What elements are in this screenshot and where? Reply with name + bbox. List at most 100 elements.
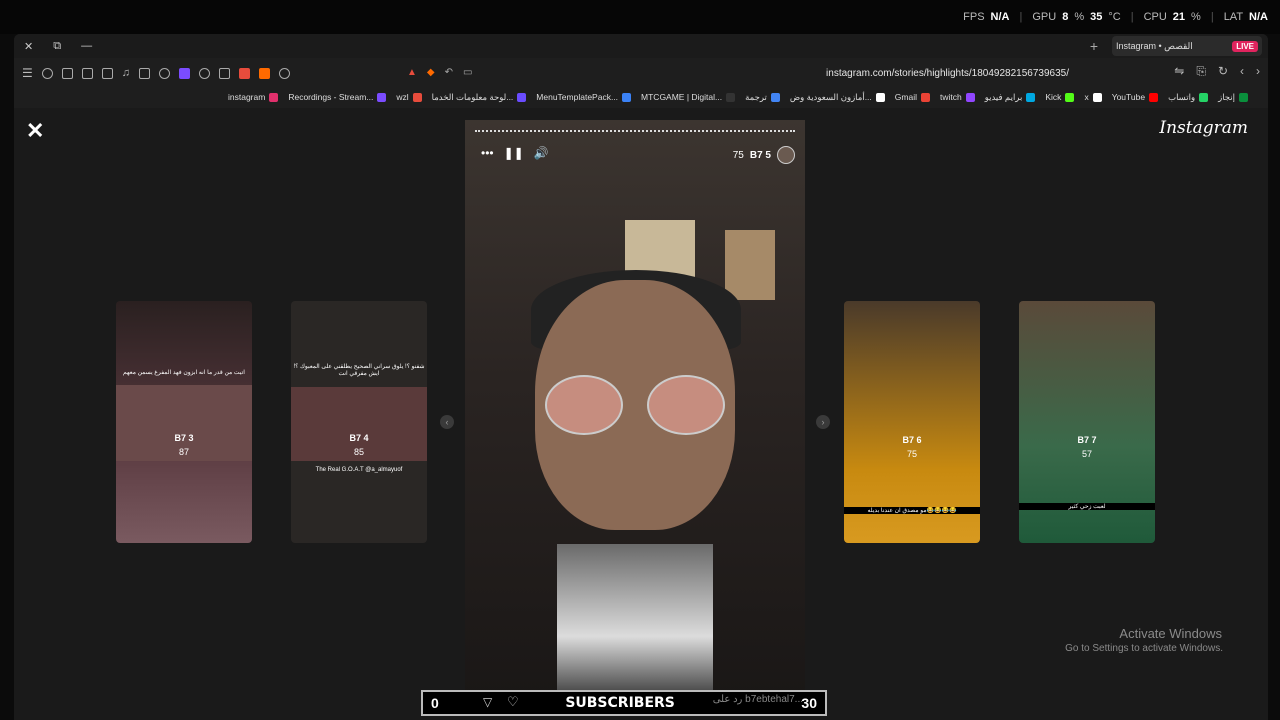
bookmark-favicon-icon bbox=[1149, 92, 1159, 102]
bookmark-item[interactable]: instagram bbox=[228, 92, 279, 102]
subscribers-overlay: 0 ▽ ♡ رد على b7ebtehal7... SUBSCRIBERS 3… bbox=[421, 690, 827, 716]
bookmark-item[interactable]: Kick bbox=[1045, 92, 1075, 102]
screenshot-icon[interactable] bbox=[139, 67, 151, 79]
new-tab-button[interactable]: + bbox=[1090, 38, 1098, 54]
story-overlay-image bbox=[557, 544, 713, 698]
subscribers-goal: 30 bbox=[801, 695, 817, 711]
music-icon[interactable]: ♫ bbox=[122, 67, 130, 79]
fps-label: FPS bbox=[963, 11, 985, 23]
bookmark-item[interactable]: wzl bbox=[396, 92, 422, 102]
bookmark-item[interactable]: ترجمة bbox=[745, 92, 780, 103]
title-bar: ✕ ⧉ — + ✕ Instagram • القصص LIVE bbox=[14, 34, 1268, 58]
story-username[interactable]: B7 5 bbox=[750, 150, 771, 161]
bookmark-item[interactable]: YouTube bbox=[1111, 92, 1159, 102]
bookmark-item[interactable]: واتساب bbox=[1168, 92, 1209, 103]
wallet-icon[interactable] bbox=[81, 67, 93, 79]
card-name: B7 4 bbox=[349, 433, 369, 443]
tab-search-icon[interactable] bbox=[219, 67, 231, 79]
bookmark-icon[interactable]: ⎘ bbox=[1196, 64, 1206, 79]
card-name: B7 6 bbox=[902, 435, 922, 445]
bookmarks-bar: instagram Recordings - Stream... wzl لوحة م… bbox=[14, 88, 1268, 106]
shield-icon[interactable] bbox=[41, 67, 53, 79]
reply-input[interactable]: رد على b7ebtehal7... bbox=[543, 694, 803, 705]
close-window-icon[interactable]: ✕ bbox=[24, 40, 33, 53]
card-text: لعبت زحي كثير bbox=[1019, 503, 1155, 510]
reload-page-icon[interactable]: ↶ bbox=[445, 67, 453, 78]
address-bar[interactable]: ▲ ◆ ↶ ▭ instagram.com/stories/highlights… bbox=[399, 62, 1099, 84]
fire-icon[interactable] bbox=[259, 67, 271, 79]
menu-icon[interactable]: ☰ bbox=[22, 66, 33, 80]
bookmark-favicon-icon bbox=[1092, 92, 1102, 102]
gpu-temp: 35 bbox=[1090, 11, 1103, 23]
lat-label: LAT bbox=[1223, 11, 1244, 23]
bookmark-item[interactable]: MTCGAME | Digital... bbox=[641, 92, 736, 102]
restore-window-icon[interactable]: ⧉ bbox=[53, 40, 61, 53]
glasses-left bbox=[545, 375, 623, 435]
bookmark-favicon-icon bbox=[965, 92, 975, 102]
bookmark-label: YouTube bbox=[1111, 92, 1146, 102]
back-icon[interactable]: ‹ bbox=[1240, 64, 1244, 79]
bookmark-label: MTCGAME | Digital... bbox=[641, 92, 723, 102]
cpu-label: CPU bbox=[1143, 11, 1167, 23]
wall-poster bbox=[725, 230, 775, 300]
card-name: B7 7 bbox=[1077, 435, 1097, 445]
more-options-icon[interactable]: ••• bbox=[481, 146, 494, 160]
bookmark-favicon-icon bbox=[1239, 92, 1249, 102]
subscribers-start: 0 bbox=[431, 695, 439, 711]
gpu-value: 8 bbox=[1062, 11, 1069, 23]
forward-icon[interactable]: › bbox=[1256, 64, 1260, 79]
browser-window: ✕ ⧉ — + ✕ Instagram • القصص LIVE ☰ ♫ bbox=[14, 34, 1268, 720]
bookmark-item[interactable]: لوحة معلومات الخدما... bbox=[432, 92, 527, 103]
url-text: instagram.com/stories/highlights/1804928… bbox=[826, 67, 1069, 79]
puzzle-icon[interactable] bbox=[159, 67, 171, 79]
cpu-value: 21 bbox=[1172, 11, 1186, 23]
vpn-icon[interactable] bbox=[199, 67, 211, 79]
bookmark-item[interactable]: Recordings - Stream... bbox=[288, 92, 387, 102]
bookmark-favicon-icon bbox=[920, 92, 930, 102]
bookmark-item[interactable]: MenuTemplatePack... bbox=[536, 92, 632, 102]
previous-story-icon[interactable]: ‹ bbox=[440, 415, 454, 429]
bookmark-favicon-icon bbox=[770, 92, 780, 102]
send-icon[interactable]: ▽ bbox=[483, 695, 492, 709]
story-card-2[interactable]: شفنو ؟! يلوق سراني الصحيح يطلقني على الم… bbox=[291, 301, 427, 543]
pause-icon[interactable]: ❚❚ bbox=[504, 146, 524, 160]
story-avatar[interactable] bbox=[777, 146, 795, 164]
brave-shield-icon[interactable]: ◆ bbox=[427, 67, 435, 78]
translate-icon[interactable]: ⇋ bbox=[1174, 64, 1184, 79]
tab-instagram-stories[interactable]: Instagram • القصص LIVE bbox=[1112, 36, 1262, 56]
gpu-label: GPU bbox=[1032, 11, 1057, 23]
activate-windows-subtitle: Go to Settings to activate Windows. bbox=[1065, 643, 1223, 654]
story-card-3[interactable]: B7 6 75 مو مصدق ان عندنا بديله😂😂😂😂 bbox=[844, 301, 980, 543]
bookmark-favicon-icon bbox=[726, 92, 736, 102]
cast-icon[interactable]: ▭ bbox=[463, 67, 472, 78]
card-text: اتيت من قدر ما انه ابزون فهد المفرغ يسمن… bbox=[123, 370, 245, 376]
story-card-4[interactable]: B7 7 57 لعبت زحي كثير bbox=[1019, 301, 1155, 543]
extension-icon[interactable] bbox=[61, 67, 73, 79]
refresh-icon[interactable]: ↻ bbox=[1218, 64, 1228, 79]
instagram-logo[interactable]: Instagram bbox=[1159, 118, 1248, 138]
story-count: 75 bbox=[732, 149, 744, 161]
activate-windows-title: Activate Windows bbox=[1119, 626, 1222, 641]
live-badge: LIVE bbox=[1232, 40, 1258, 52]
bookmark-item[interactable]: twitch bbox=[940, 92, 975, 102]
adblock-icon[interactable] bbox=[279, 67, 291, 79]
bookmark-item[interactable]: أمازون السعودية وض... bbox=[790, 92, 885, 103]
minimize-window-icon[interactable]: — bbox=[81, 40, 92, 53]
main-story[interactable]: ••• ❚❚ 🔊 75 B7 5 bbox=[465, 120, 805, 698]
bookmark-item[interactable]: x bbox=[1084, 92, 1102, 102]
story-card-1[interactable]: اتيت من قدر ما انه ابزون فهد المفرغ يسمن… bbox=[116, 301, 252, 543]
next-story-icon[interactable]: › bbox=[816, 415, 830, 429]
bookmark-item[interactable]: إنجاز bbox=[1218, 92, 1249, 103]
warning-icon[interactable]: ▲ bbox=[407, 67, 417, 78]
like-heart-icon[interactable]: ♡ bbox=[507, 694, 519, 710]
bookmark-item[interactable]: Gmail bbox=[895, 92, 930, 102]
close-stories-icon[interactable]: ✕ bbox=[26, 118, 44, 144]
extension-e-icon[interactable] bbox=[179, 67, 191, 79]
record-icon[interactable] bbox=[239, 67, 251, 79]
sidebar-icon[interactable] bbox=[101, 67, 113, 79]
bookmark-item[interactable]: برايم فيديو bbox=[985, 92, 1036, 103]
sound-icon[interactable]: 🔊 bbox=[534, 146, 549, 160]
card-count: 85 bbox=[353, 447, 364, 457]
story-progress-bar bbox=[475, 130, 795, 132]
card-count: 87 bbox=[178, 447, 189, 457]
